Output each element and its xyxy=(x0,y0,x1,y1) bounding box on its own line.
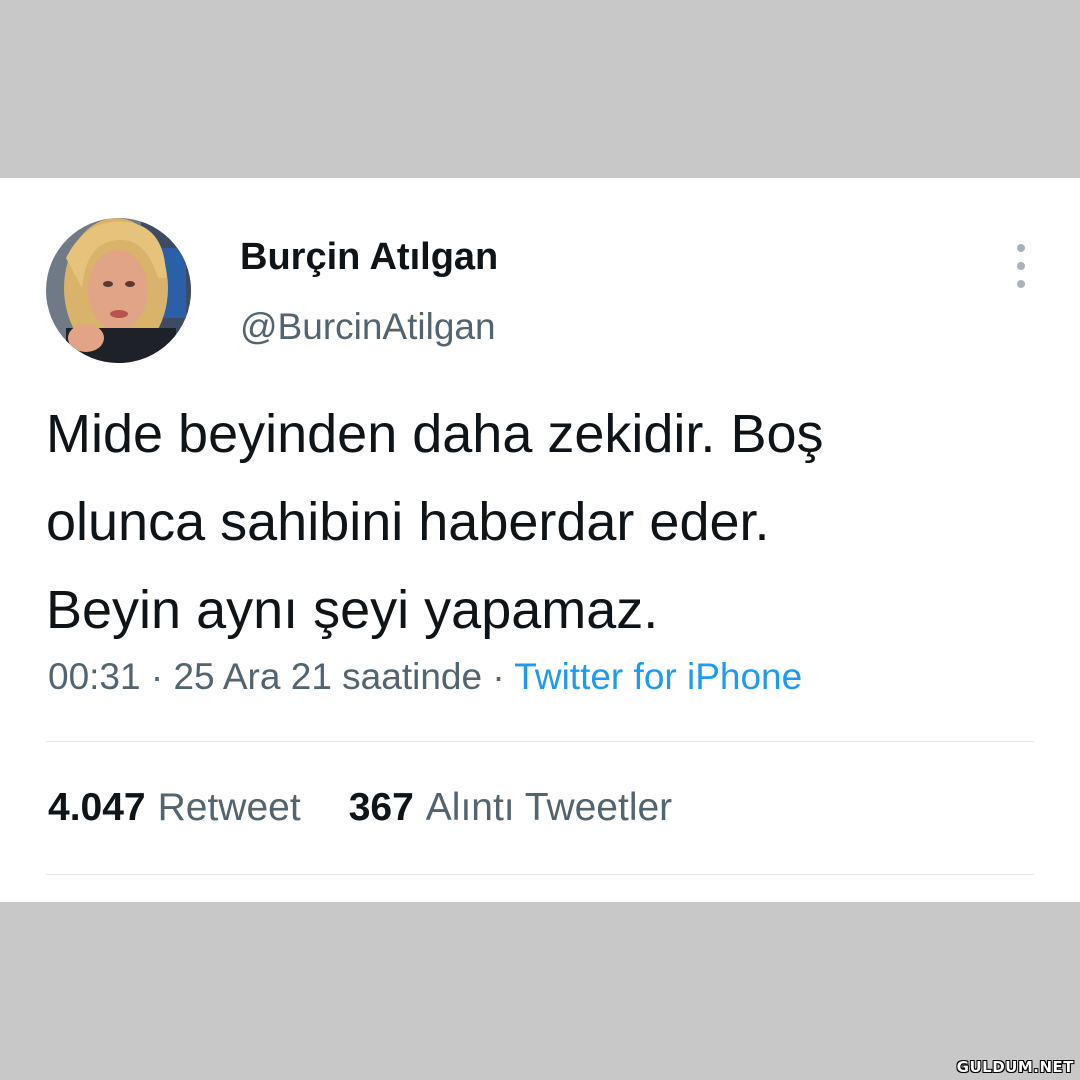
tweet-card: Burçin Atılgan @BurcinAtilgan Mide beyin… xyxy=(0,178,1080,902)
tweet-source-link[interactable]: Twitter for iPhone xyxy=(514,656,802,697)
avatar[interactable] xyxy=(46,218,191,363)
user-handle[interactable]: @BurcinAtilgan xyxy=(240,306,496,348)
tweet-text-line: Mide beyinden daha zekidir. Boş xyxy=(46,404,824,464)
retweets-label: Retweet xyxy=(157,786,301,829)
profile-photo-icon xyxy=(46,218,191,363)
quotes-count: 367 xyxy=(348,786,414,829)
tweet-text-line: olunca sahibini haberdar eder. xyxy=(46,492,770,552)
divider xyxy=(46,874,1034,875)
more-options-button[interactable] xyxy=(1006,244,1036,288)
quotes-label: Alıntı Tweetler xyxy=(425,786,673,829)
more-vertical-icon xyxy=(1017,280,1025,288)
tweet-date[interactable]: 25 Ara 21 saatinde xyxy=(173,656,482,697)
tweet-text-line: Beyin aynı şeyi yapamaz. xyxy=(46,580,659,640)
divider xyxy=(46,741,1034,742)
more-vertical-icon xyxy=(1017,244,1025,252)
meta-separator: · xyxy=(150,656,164,697)
watermark: GULDUM.NET xyxy=(956,1058,1074,1076)
more-vertical-icon xyxy=(1017,262,1025,270)
display-name[interactable]: Burçin Atılgan xyxy=(240,236,498,279)
retweets-count: 4.047 xyxy=(48,786,146,829)
retweets-stat[interactable]: 4.047 Retweet xyxy=(48,786,301,830)
page: Burçin Atılgan @BurcinAtilgan Mide beyin… xyxy=(0,0,1080,1080)
tweet-text: Mide beyinden daha zekidir. Boş olunca s… xyxy=(46,390,1036,654)
quote-tweets-stat[interactable]: 367 Alıntı Tweetler xyxy=(349,786,672,830)
tweet-time[interactable]: 00:31 xyxy=(48,656,141,697)
tweet-stats: 4.047 Retweet 367 Alıntı Tweetler xyxy=(48,786,672,830)
tweet-meta: 00:31 · 25 Ara 21 saatinde · Twitter for… xyxy=(48,656,802,698)
meta-separator: · xyxy=(492,656,505,697)
